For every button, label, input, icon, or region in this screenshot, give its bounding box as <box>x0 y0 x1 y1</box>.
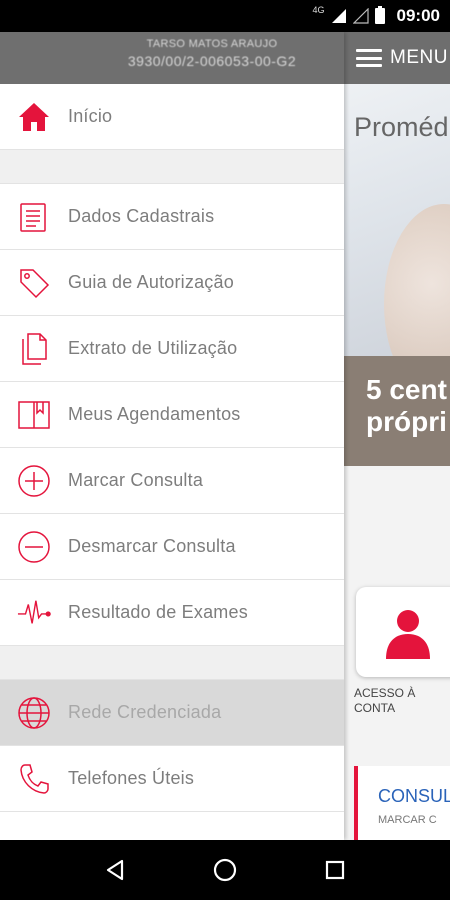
consult-card[interactable]: CONSUL MARCAR C <box>354 766 450 840</box>
back-icon <box>106 859 124 881</box>
recents-icon <box>325 860 345 880</box>
drawer-item-resultado-exames[interactable]: Resultado de Exames <box>0 580 344 646</box>
documents-icon <box>17 332 51 366</box>
consult-title: CONSUL <box>378 786 450 806</box>
drawer-item-rede-credenciada[interactable]: Rede Credenciada <box>0 680 344 746</box>
drawer-item-label: Desmarcar Consulta <box>68 536 236 556</box>
main-screen: MENU Proméd 5 cent própri ACESSO À CONTA… <box>344 32 450 840</box>
drawer-item-label: Extrato de Utilização <box>68 338 238 358</box>
home-icon <box>17 100 51 134</box>
plus-circle-icon <box>17 464 51 498</box>
card-number: 3930/00/2-006053-00-G2 <box>127 53 297 69</box>
minus-circle-icon <box>17 530 51 564</box>
drawer-item-label: Início <box>68 106 113 126</box>
home-circle-icon <box>213 858 237 882</box>
user-name: TARSO MATOS ARAUJO <box>146 38 278 50</box>
drawer-item-label: Marcar Consulta <box>68 470 204 490</box>
document-list-icon <box>17 200 51 234</box>
tag-icon <box>17 266 51 300</box>
back-button[interactable] <box>95 850 135 890</box>
drawer-item-desmarcar-consulta[interactable]: Desmarcar Consulta <box>0 514 344 580</box>
user-icon <box>386 610 430 659</box>
clock: 09:00 <box>396 6 440 25</box>
drawer-item-label: Resultado de Exames <box>68 602 248 622</box>
drawer-item-label: Guia de Autorização <box>68 272 234 292</box>
network-type: 4G <box>312 5 325 15</box>
drawer-item-inicio[interactable]: Início <box>0 84 344 150</box>
hero-text-line1: 5 cent <box>366 374 447 405</box>
battery-icon <box>374 6 385 24</box>
phone-icon <box>17 762 51 796</box>
account-access-label: ACESSO À CONTA <box>354 686 416 715</box>
menu-label[interactable]: MENU <box>390 47 448 69</box>
book-icon <box>17 398 51 432</box>
drawer-item-label: Rede Credenciada <box>68 702 222 722</box>
drawer-item-extrato-utilizacao[interactable]: Extrato de Utilização <box>0 316 344 382</box>
main-topbar: MENU <box>344 32 450 84</box>
drawer-item-label: Meus Agendamentos <box>68 404 241 424</box>
hero-text-line2: própri <box>366 406 447 437</box>
menu-icon[interactable] <box>356 49 382 67</box>
navigation-drawer: TARSO MATOS ARAUJO 3930/00/2-006053-00-G… <box>0 32 344 840</box>
divider <box>0 150 344 184</box>
drawer-item-guia-autorizacao[interactable]: Guia de Autorização <box>0 250 344 316</box>
drawer-item-telefones-uteis[interactable]: Telefones Úteis <box>0 746 344 812</box>
hero-title: Proméd <box>354 112 449 142</box>
divider <box>0 646 344 680</box>
drawer-item-label: Dados Cadastrais <box>68 206 215 226</box>
recents-button[interactable] <box>315 850 355 890</box>
heartbeat-icon <box>17 596 51 630</box>
account-access-card[interactable] <box>356 587 450 677</box>
globe-icon <box>17 696 51 730</box>
system-navigation-bar <box>0 840 450 900</box>
status-bar: 4G 09:00 <box>0 0 450 32</box>
drawer-item-marcar-consulta[interactable]: Marcar Consulta <box>0 448 344 514</box>
home-button[interactable] <box>205 850 245 890</box>
signal-empty-icon <box>352 8 369 24</box>
drawer-item-meus-agendamentos[interactable]: Meus Agendamentos <box>0 382 344 448</box>
consult-subtitle: MARCAR C <box>378 814 437 826</box>
signal-icon <box>331 9 346 23</box>
drawer-item-label: Telefones Úteis <box>68 768 195 788</box>
drawer-header: TARSO MATOS ARAUJO 3930/00/2-006053-00-G… <box>0 32 344 84</box>
drawer-item-dados-cadastrais[interactable]: Dados Cadastrais <box>0 184 344 250</box>
hero-text: 5 cent própri <box>366 374 447 438</box>
